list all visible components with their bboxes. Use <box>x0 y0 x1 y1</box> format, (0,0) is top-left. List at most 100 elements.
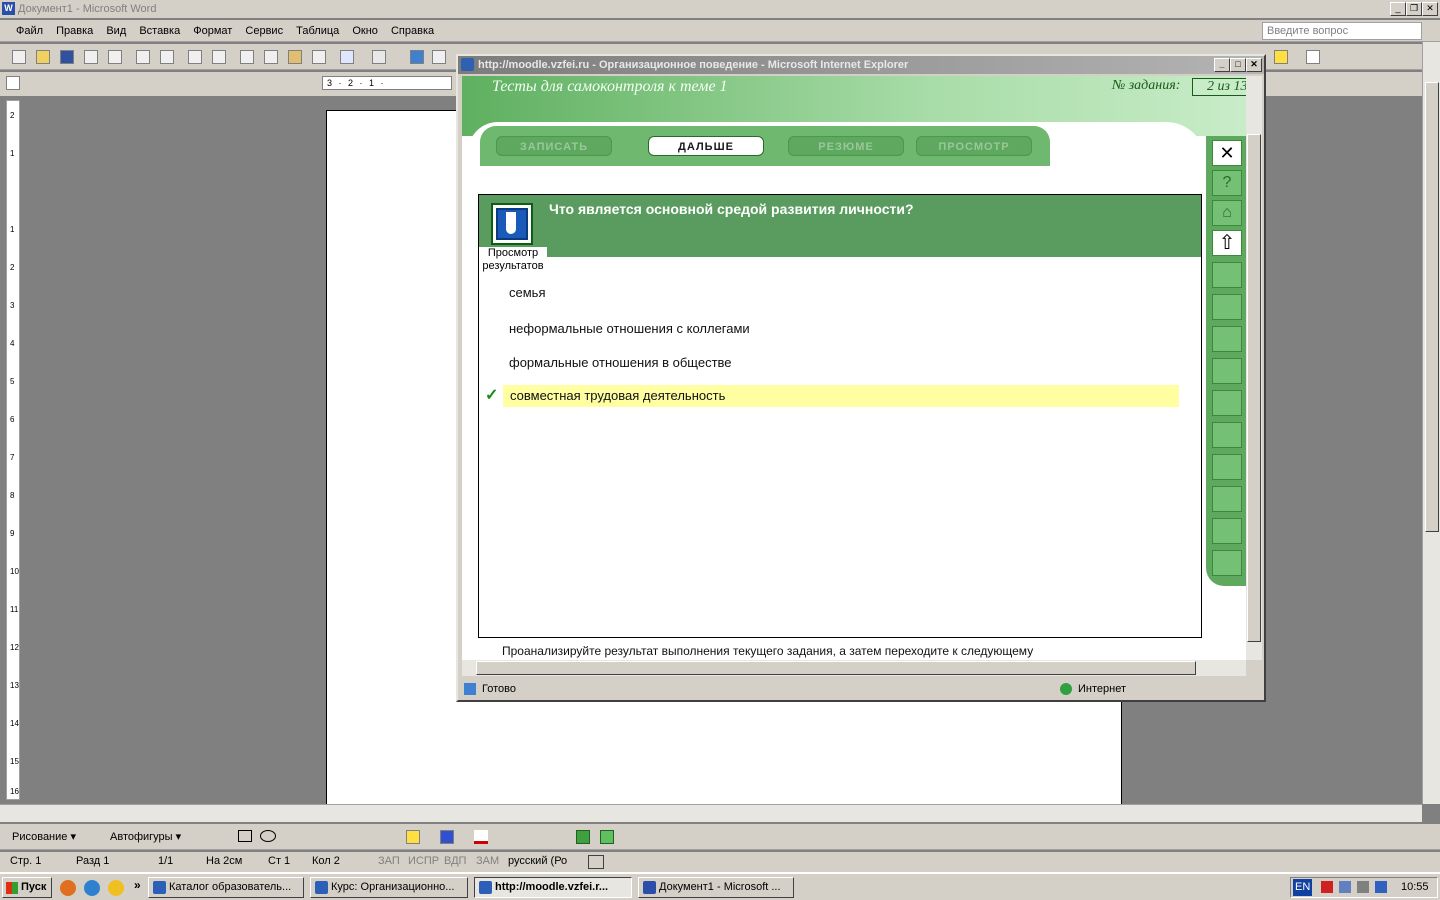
answer-option[interactable]: формальные отношения в обществе <box>509 355 732 370</box>
firefox-icon[interactable] <box>60 880 76 896</box>
font-color-icon[interactable] <box>474 830 488 844</box>
status-ovr[interactable]: ЗАМ <box>476 855 499 867</box>
research-icon[interactable] <box>212 50 226 64</box>
quiz-close-icon[interactable]: ✕ <box>1212 140 1242 166</box>
new-document-icon[interactable] <box>12 50 26 64</box>
scroll-thumb[interactable] <box>1425 82 1439 532</box>
ie-vertical-scrollbar[interactable] <box>1246 76 1262 660</box>
fill-color-icon[interactable] <box>406 830 420 844</box>
vruler-label: 13 <box>10 681 19 690</box>
3d-icon[interactable] <box>600 830 614 844</box>
home-icon[interactable]: ⌂ <box>1212 200 1242 226</box>
tray-icon[interactable] <box>1375 881 1387 893</box>
drawing-toolbar: Рисование ▾ Автофигуры ▾ <box>0 824 1440 850</box>
oval-icon[interactable] <box>260 830 276 842</box>
vruler-label: 7 <box>10 453 15 462</box>
ie-maximize-button[interactable]: □ <box>1230 58 1246 72</box>
ie-scroll-thumb[interactable] <box>1247 134 1261 642</box>
spelling-icon[interactable] <box>188 50 202 64</box>
ie-quicklaunch-icon[interactable] <box>84 880 100 896</box>
results-view-icon[interactable] <box>491 203 533 245</box>
antivirus-icon[interactable] <box>1321 881 1333 893</box>
status-trk[interactable]: ИСПР <box>408 855 439 867</box>
vertical-ruler: 2 1 1 2 3 4 5 6 7 8 9 10 11 12 13 14 15 … <box>6 100 20 800</box>
spelling-status-icon[interactable] <box>588 855 604 869</box>
next-button[interactable]: ДАЛЬШЕ <box>648 136 764 156</box>
answer-option-selected[interactable]: совместная трудовая деятельность <box>503 385 1179 407</box>
help-icon[interactable]: ? <box>1212 170 1242 196</box>
ie-minimize-button[interactable]: _ <box>1214 58 1230 72</box>
language-indicator[interactable]: EN <box>1293 879 1313 896</box>
print-preview-icon[interactable] <box>160 50 174 64</box>
tab-selector[interactable] <box>6 76 20 90</box>
ie-hscroll-thumb[interactable] <box>476 661 1196 675</box>
font-color-icon[interactable] <box>1306 50 1320 64</box>
media-player-icon[interactable] <box>108 880 124 896</box>
ie-page-content: Тесты для самоконтроля к теме 1 № задани… <box>462 76 1246 660</box>
taskbar-item-label: Документ1 - Microsoft ... <box>659 881 781 893</box>
answer-option[interactable]: семья <box>509 285 545 300</box>
document-horizontal-scrollbar[interactable] <box>0 804 1422 822</box>
undo-icon[interactable] <box>340 50 354 64</box>
answer-option[interactable]: неформальные отношения с коллегами <box>509 321 750 336</box>
menu-insert[interactable]: Вставка <box>139 20 180 42</box>
rectangle-icon[interactable] <box>238 830 252 842</box>
ie-horizontal-scrollbar[interactable] <box>462 660 1246 676</box>
email-icon[interactable] <box>108 50 122 64</box>
word-titlebar: W Документ1 - Microsoft Word _ ❐ ✕ <box>0 0 1440 18</box>
menu-format[interactable]: Формат <box>193 20 232 42</box>
drawing-menu-button[interactable]: Рисование ▾ <box>12 830 76 843</box>
ie-title: http://moodle.vzfei.ru - Организационное… <box>478 59 909 71</box>
paste-icon[interactable] <box>288 50 302 64</box>
taskbar-item[interactable]: Курс: Организационно... <box>310 877 468 898</box>
vruler-label: 9 <box>10 529 15 538</box>
open-folder-icon[interactable] <box>36 50 50 64</box>
menu-view[interactable]: Вид <box>106 20 126 42</box>
checkmark-icon: ✓ <box>485 387 499 404</box>
status-rec[interactable]: ЗАП <box>378 855 400 867</box>
close-button[interactable]: ✕ <box>1422 2 1438 16</box>
menu-file[interactable]: Файл <box>16 20 43 42</box>
menu-table[interactable]: Таблица <box>296 20 339 42</box>
results-view-icon-inner <box>496 208 528 240</box>
print-icon[interactable] <box>136 50 150 64</box>
side-slot <box>1212 486 1242 512</box>
view-button[interactable]: ПРОСМОТР <box>916 136 1032 156</box>
menu-tools[interactable]: Сервис <box>245 20 283 42</box>
ie-close-button[interactable]: ✕ <box>1246 58 1262 72</box>
taskbar-item[interactable]: http://moodle.vzfei.r... <box>474 877 632 898</box>
side-slot <box>1212 422 1242 448</box>
resume-button[interactable]: РЕЗЮМЕ <box>788 136 904 156</box>
line-color-icon[interactable] <box>440 830 454 844</box>
status-ext[interactable]: ВДП <box>444 855 466 867</box>
side-slot <box>1212 262 1242 288</box>
tray-icon[interactable] <box>1357 881 1369 893</box>
write-button[interactable]: ЗАПИСАТЬ <box>496 136 612 156</box>
autoshapes-button[interactable]: Автофигуры ▾ <box>110 830 181 843</box>
copy-icon[interactable] <box>264 50 278 64</box>
up-arrow-icon[interactable]: ⇧ <box>1212 230 1242 256</box>
question-text: Что является основной средой развития ли… <box>549 201 914 217</box>
hyperlink-icon[interactable] <box>410 50 424 64</box>
tables-borders-icon[interactable] <box>432 50 446 64</box>
results-view-caption[interactable]: Просмотр результатов <box>479 247 547 273</box>
menu-window[interactable]: Окно <box>352 20 378 42</box>
ask-question-input[interactable]: Введите вопрос <box>1262 22 1422 40</box>
restore-button[interactable]: ❐ <box>1406 2 1422 16</box>
shadow-icon[interactable] <box>576 830 590 844</box>
start-button[interactable]: Пуск <box>2 877 52 898</box>
save-icon[interactable] <box>60 50 74 64</box>
minimize-button[interactable]: _ <box>1390 2 1406 16</box>
quicklaunch-more-icon[interactable]: » <box>134 878 141 892</box>
format-painter-icon[interactable] <box>312 50 326 64</box>
redo-icon[interactable] <box>372 50 386 64</box>
highlight-icon[interactable] <box>1274 50 1288 64</box>
menu-edit[interactable]: Правка <box>56 20 93 42</box>
network-icon[interactable] <box>1339 881 1351 893</box>
menu-help[interactable]: Справка <box>391 20 434 42</box>
permission-icon[interactable] <box>84 50 98 64</box>
cut-icon[interactable] <box>240 50 254 64</box>
document-vertical-scrollbar[interactable] <box>1422 42 1440 804</box>
taskbar-item[interactable]: Документ1 - Microsoft ... <box>638 877 794 898</box>
taskbar-item[interactable]: Каталог образователь... <box>148 877 304 898</box>
